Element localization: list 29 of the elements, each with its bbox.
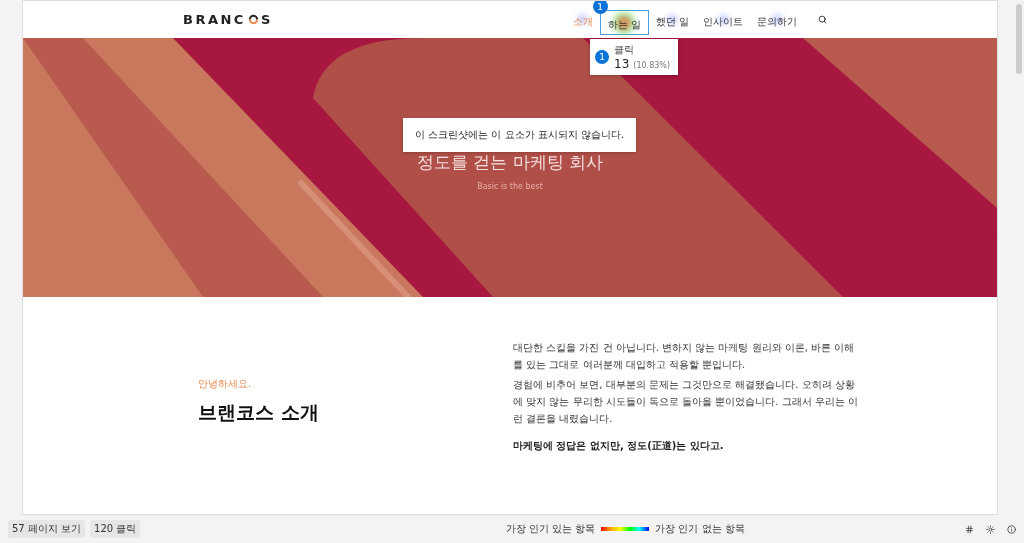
hero-subtitle: Basic is the best — [477, 181, 543, 191]
hash-icon[interactable] — [965, 524, 974, 534]
info-icon[interactable] — [1007, 524, 1016, 534]
clicks-chip: 120 클릭 — [90, 520, 141, 538]
hidden-element-notice: 이 스크린샷에는 이 요소가 표시되지 않습니다. — [403, 118, 637, 152]
section-eyebrow: 안녕하세요. — [198, 377, 253, 391]
paragraph: 경험에 비추어 보면, 대부분의 문제는 그것만으로 해결됐습니다. 오히려 상황에 맞지 않는 무리한 시도들이 독으로 돌아올 뿐이었습니다. 그래서 우리는 이런 결론을 내렸습니다. — [513, 378, 858, 426]
scrollbar[interactable] — [1016, 4, 1022, 74]
brightness-icon[interactable] — [986, 524, 995, 534]
logo-text: BRANC — [183, 12, 246, 27]
legend-label: 가장 인기 있는 항목 — [505, 522, 596, 536]
pageviews-chip: 57 페이지 보기 — [8, 520, 86, 538]
nav-link[interactable]: 인사이트 — [696, 13, 750, 30]
tooltip-label: 클릭 — [614, 43, 635, 57]
conclusion-text: 마케팅에 정답은 없지만, 정도(正道)는 있다고. — [513, 439, 725, 453]
nav-link[interactable]: 문의하기 — [750, 13, 804, 30]
nav-link[interactable]: 했던 일 — [648, 13, 696, 30]
heat-gradient — [601, 527, 650, 531]
hero-title: 정도를 걷는 마케팅 회사 — [416, 150, 604, 174]
section-heading: 브랜코스 소개 — [198, 400, 320, 425]
legend-label: 가장 인기 없는 항목 — [655, 522, 745, 536]
click-percent: (10.83%) — [633, 61, 671, 70]
paragraph: 대단한 스킬을 가진 건 아닙니다. 변하지 않는 마케팅 원리와 이론, 바른 이해를 있는 그대로 여러분께 대입하고 적용할 뿐입니다. — [513, 341, 856, 372]
logo-text: S — [260, 12, 273, 27]
click-badge: 1 — [592, 1, 608, 14]
click-count: 13 — [614, 57, 630, 71]
search-icon[interactable] — [818, 15, 827, 24]
logo-ring-icon — [247, 14, 259, 25]
tooltip-badge: 1 — [595, 50, 609, 64]
